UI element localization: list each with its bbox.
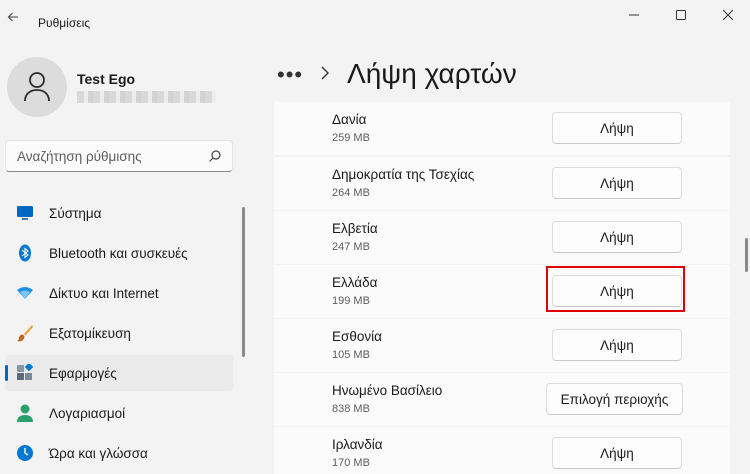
nav-label: Bluetooth και συσκευές bbox=[49, 245, 188, 261]
list-item: Ιρλανδία 170 MB Λήψη bbox=[274, 427, 730, 474]
back-arrow-icon bbox=[7, 12, 18, 22]
minimize-button[interactable] bbox=[611, 0, 657, 30]
map-size: 264 MB bbox=[332, 187, 370, 199]
map-name: Ηνωμένο Βασίλειο bbox=[332, 383, 443, 398]
system-icon bbox=[16, 204, 34, 222]
map-size: 838 MB bbox=[332, 403, 370, 415]
maximize-icon bbox=[676, 10, 686, 20]
bluetooth-icon bbox=[16, 244, 34, 262]
nav-item-accounts[interactable]: Λογαριασμοί bbox=[5, 395, 233, 431]
map-name: Ιρλανδία bbox=[332, 437, 383, 452]
nav-label: Λογαριασμοί bbox=[49, 405, 126, 421]
personalization-icon bbox=[16, 324, 34, 342]
nav-item-time-language[interactable]: Ώρα και γλώσσα bbox=[5, 435, 233, 471]
main-scrollbar[interactable] bbox=[745, 238, 748, 272]
nav-label: Σύστημα bbox=[49, 205, 102, 221]
download-button[interactable]: Λήψη bbox=[552, 167, 682, 199]
map-size: 199 MB bbox=[332, 295, 370, 307]
user-name: Test Ego bbox=[77, 71, 136, 87]
list-item: Δημοκρατία της Τσεχίας 264 MB Λήψη bbox=[274, 157, 730, 210]
select-region-button[interactable]: Επιλογή περιοχής bbox=[546, 383, 683, 415]
nav-item-personalization[interactable]: Εξατομίκευση bbox=[5, 315, 233, 351]
map-size: 105 MB bbox=[332, 349, 370, 361]
list-item: Ηνωμένο Βασίλειο 838 MB Επιλογή περιοχής bbox=[274, 373, 730, 426]
map-name: Ελλάδα bbox=[332, 275, 378, 290]
search-input[interactable]: Αναζήτηση ρύθμισης bbox=[5, 140, 233, 172]
search-placeholder: Αναζήτηση ρύθμισης bbox=[17, 149, 142, 164]
apps-icon bbox=[16, 364, 34, 382]
map-name: Δανία bbox=[332, 112, 367, 127]
accounts-icon bbox=[16, 404, 34, 422]
download-button[interactable]: Λήψη bbox=[552, 437, 682, 469]
list-item: Δανία 259 MB Λήψη bbox=[274, 102, 730, 155]
search-icon bbox=[209, 150, 221, 162]
breadcrumb-more-button[interactable]: ••• bbox=[277, 62, 303, 88]
app-title: Ρυθμίσεις bbox=[38, 16, 91, 30]
map-name: Ελβετία bbox=[332, 221, 378, 236]
nav-item-bluetooth[interactable]: Bluetooth και συσκευές bbox=[5, 235, 233, 271]
sidebar-scrollbar[interactable] bbox=[242, 207, 245, 357]
map-size: 259 MB bbox=[332, 132, 370, 144]
user-email-redacted bbox=[77, 91, 216, 103]
nav-label: Ώρα και γλώσσα bbox=[49, 445, 148, 461]
download-button[interactable]: Λήψη bbox=[552, 112, 682, 144]
chevron-right-icon bbox=[321, 66, 329, 80]
page-title: Λήψη χαρτών bbox=[347, 58, 517, 89]
download-button[interactable]: Λήψη bbox=[552, 329, 682, 361]
maximize-button[interactable] bbox=[658, 0, 704, 30]
avatar[interactable] bbox=[7, 57, 67, 117]
time-language-icon bbox=[16, 444, 34, 462]
nav-label: Εξατομίκευση bbox=[49, 325, 131, 341]
back-button[interactable] bbox=[0, 4, 26, 30]
nav-label: Δίκτυο και Internet bbox=[49, 285, 159, 301]
title-bar: Ρυθμίσεις bbox=[0, 0, 750, 32]
map-name: Εσθονία bbox=[332, 329, 382, 344]
selection-indicator bbox=[5, 365, 8, 381]
minimize-icon bbox=[629, 14, 639, 16]
network-icon bbox=[16, 284, 34, 302]
map-size: 247 MB bbox=[332, 241, 370, 253]
user-icon bbox=[24, 72, 50, 102]
close-icon bbox=[723, 10, 733, 20]
list-item: Εσθονία 105 MB Λήψη bbox=[274, 319, 730, 372]
nav-item-apps[interactable]: Εφαρμογές bbox=[5, 355, 233, 391]
nav-item-network[interactable]: Δίκτυο και Internet bbox=[5, 275, 233, 311]
map-size: 170 MB bbox=[332, 457, 370, 469]
list-item: Ελβετία 247 MB Λήψη bbox=[274, 211, 730, 264]
nav-item-system[interactable]: Σύστημα bbox=[5, 195, 233, 231]
map-name: Δημοκρατία της Τσεχίας bbox=[332, 167, 475, 182]
download-button[interactable]: Λήψη bbox=[552, 221, 682, 253]
highlight-box bbox=[546, 266, 685, 312]
close-button[interactable] bbox=[705, 0, 750, 30]
nav-label: Εφαρμογές bbox=[49, 365, 117, 381]
